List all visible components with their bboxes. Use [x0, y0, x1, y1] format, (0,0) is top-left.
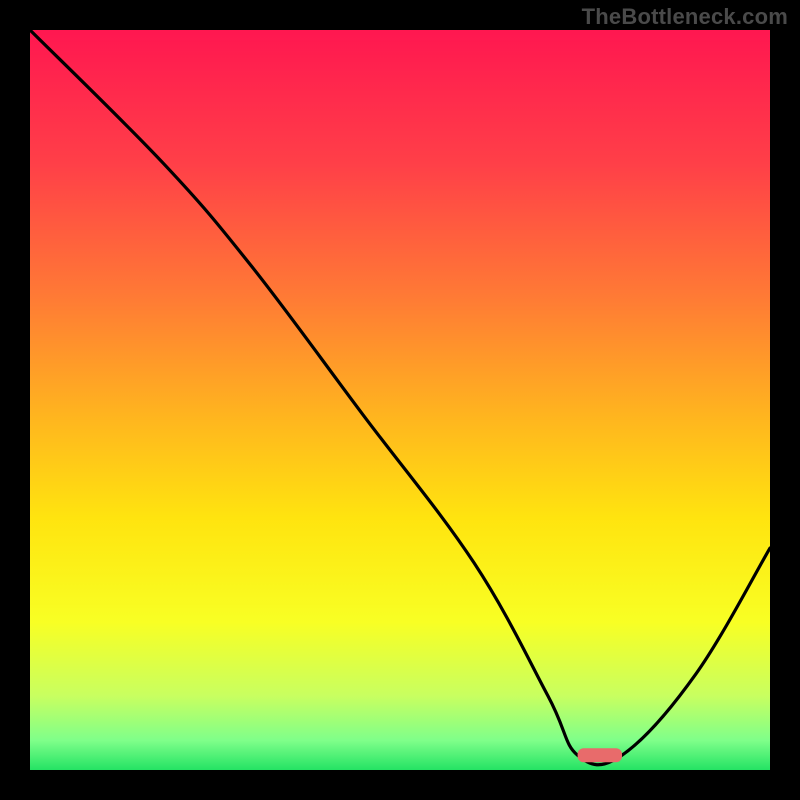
chart-svg [30, 30, 770, 770]
watermark-text: TheBottleneck.com [582, 4, 788, 30]
target-range-marker [578, 748, 622, 762]
plot-area [30, 30, 770, 770]
chart-frame: TheBottleneck.com [0, 0, 800, 800]
